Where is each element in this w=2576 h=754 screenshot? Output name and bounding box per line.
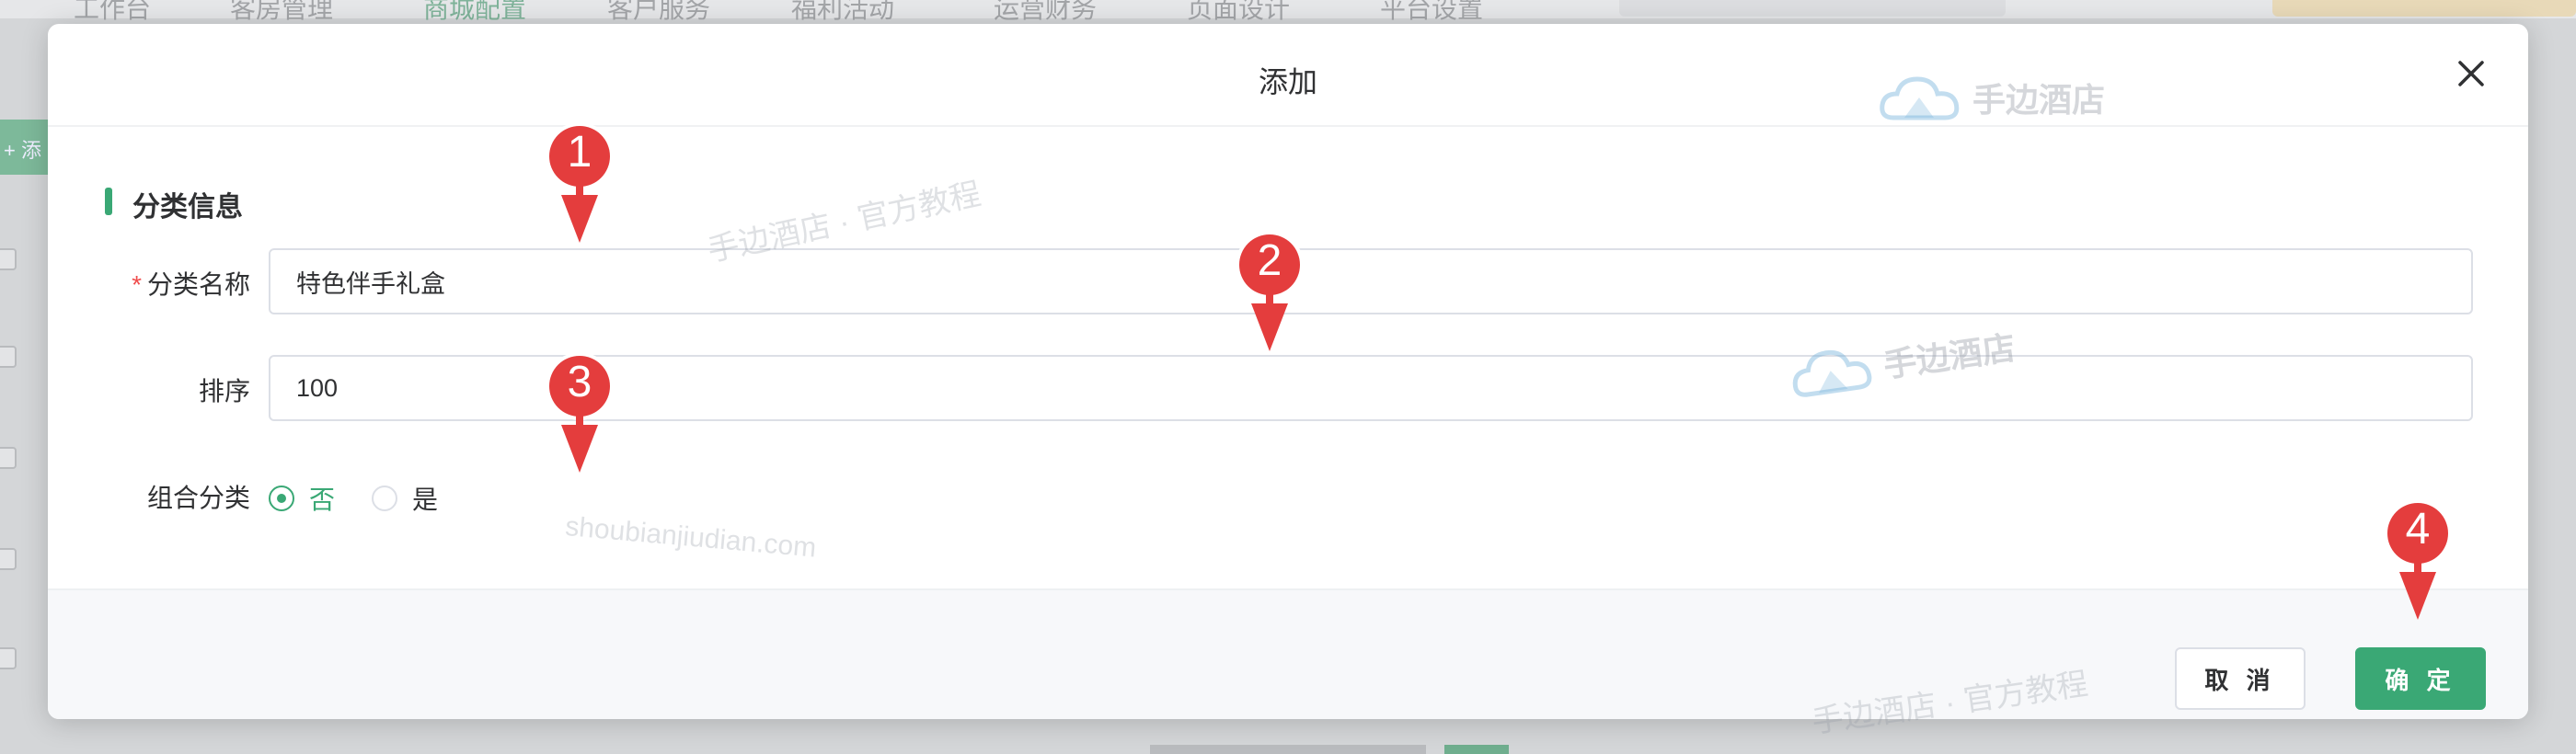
sort-input[interactable] (269, 355, 2473, 421)
add-category-dialog: 添加 分类信息 *分类名称 排序 组合分类 否 是 取 消 确 定 (48, 24, 2528, 719)
background-top-nav: 工作台 客房管理 商城配置 客户服务 福利活动 运营财务 页面设计 平台设置 (0, 0, 2576, 23)
background-row-checkbox[interactable] (0, 346, 17, 368)
category-name-input[interactable] (269, 248, 2473, 314)
section-accent-bar (105, 188, 112, 215)
radio-option-no[interactable]: 否 (269, 480, 335, 517)
dialog-title: 添加 (1258, 65, 1317, 98)
nav-item[interactable]: 运营财务 (994, 0, 1097, 26)
dialog-footer: 取 消 确 定 (48, 588, 2528, 719)
close-button[interactable] (2453, 55, 2490, 92)
background-promo-banner[interactable] (2272, 0, 2576, 17)
radio-option-yes[interactable]: 是 (372, 480, 438, 517)
background-search-box[interactable] (1619, 0, 2006, 17)
radio-label-yes: 是 (412, 486, 439, 514)
background-row-checkbox[interactable] (0, 548, 17, 570)
background-row-checkbox[interactable] (0, 447, 17, 469)
nav-item[interactable]: 客户服务 (607, 0, 710, 26)
background-pagination-active (1444, 745, 1509, 754)
radio-checked-icon (269, 486, 294, 511)
background-add-button[interactable]: + 添 (0, 120, 55, 175)
confirm-button[interactable]: 确 定 (2355, 647, 2486, 710)
required-mark: * (132, 270, 142, 299)
background-row-checkbox[interactable] (0, 647, 17, 669)
nav-item[interactable]: 客房管理 (230, 0, 333, 26)
nav-item[interactable]: 工作台 (74, 0, 151, 26)
nav-item[interactable]: 平台设置 (1380, 0, 1483, 26)
combo-category-label: 组合分类 (146, 484, 250, 512)
cancel-button[interactable]: 取 消 (2175, 647, 2306, 710)
dialog-header: 添加 (48, 24, 2528, 127)
radio-unchecked-icon (372, 486, 397, 511)
nav-item[interactable]: 页面设计 (1187, 0, 1290, 26)
background-pagination (1150, 745, 1426, 754)
background-row-checkbox[interactable] (0, 248, 17, 270)
section-title: 分类信息 (132, 192, 243, 223)
sort-label: 排序 (198, 377, 250, 406)
close-icon (2458, 61, 2484, 86)
radio-label-no: 否 (309, 486, 336, 514)
nav-item[interactable]: 福利活动 (791, 0, 894, 26)
category-name-label: * 分类名称 (132, 270, 250, 299)
nav-item[interactable]: 商城配置 (423, 0, 526, 26)
